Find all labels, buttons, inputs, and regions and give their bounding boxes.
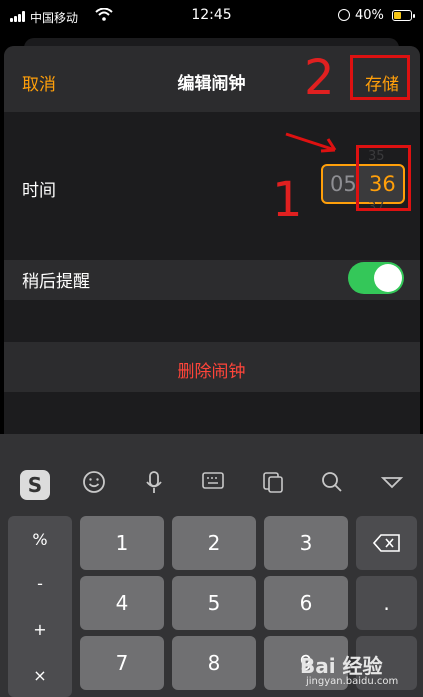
watermark-url: jingyan.baidu.com <box>306 676 399 687</box>
key-label: 8 <box>207 651 221 675</box>
rotation-lock-icon <box>338 9 350 21</box>
collapse-icon[interactable] <box>377 470 407 500</box>
symbol-key[interactable]: × <box>8 666 72 685</box>
key-label: 5 <box>207 591 221 615</box>
key-6[interactable]: 6 <box>264 576 348 630</box>
key-label: . <box>383 591 390 615</box>
backspace-icon <box>372 534 400 552</box>
keyboard-icon[interactable] <box>198 470 228 500</box>
symbol-key[interactable]: % <box>8 530 72 549</box>
time-label: 时间 <box>22 181 56 201</box>
dot-key[interactable]: . <box>356 576 417 630</box>
key-3[interactable]: 3 <box>264 516 348 570</box>
key-7[interactable]: 7 <box>80 636 164 690</box>
symbol-key[interactable]: - <box>8 574 72 593</box>
snooze-label: 稍后提醒 <box>22 272 90 292</box>
key-1[interactable]: 1 <box>80 516 164 570</box>
key-label: 6 <box>299 591 313 615</box>
key-label: 3 <box>299 531 313 555</box>
sogou-logo-icon[interactable]: S <box>20 470 50 500</box>
delete-alarm-button[interactable]: 删除闹钟 <box>0 357 423 382</box>
battery-icon <box>392 10 415 21</box>
clipboard-icon[interactable] <box>258 470 288 500</box>
status-bar: 中国移动 12:45 40% <box>0 0 423 34</box>
snooze-toggle[interactable] <box>348 262 404 294</box>
key-label: 7 <box>115 651 129 675</box>
annotation-arrow-icon <box>283 130 353 160</box>
key-label: 1 <box>115 531 129 555</box>
backspace-button[interactable] <box>356 516 417 570</box>
annotation-number-1: 1 <box>272 172 303 228</box>
toggle-knob <box>374 264 402 292</box>
key-4[interactable]: 4 <box>80 576 164 630</box>
hour-value[interactable]: 05 <box>330 172 357 196</box>
key-2[interactable]: 2 <box>172 516 256 570</box>
annotation-box-save <box>350 55 410 100</box>
battery-percent: 40% <box>355 8 384 23</box>
key-label: 4 <box>115 591 129 615</box>
symbol-key[interactable]: + <box>8 620 72 639</box>
key-5[interactable]: 5 <box>172 576 256 630</box>
key-8[interactable]: 8 <box>172 636 256 690</box>
annotation-number-2: 2 <box>304 50 335 106</box>
section-gap <box>4 300 420 342</box>
key-label: 2 <box>207 531 221 555</box>
microphone-icon[interactable] <box>139 470 169 500</box>
emoji-icon[interactable] <box>79 470 109 500</box>
keyboard-toolbar: S <box>0 460 423 508</box>
symbol-column: % - + × <box>8 516 72 697</box>
watermark: Bai 经验 <box>300 654 383 678</box>
search-icon[interactable] <box>317 470 347 500</box>
annotation-box-minute <box>356 145 411 211</box>
